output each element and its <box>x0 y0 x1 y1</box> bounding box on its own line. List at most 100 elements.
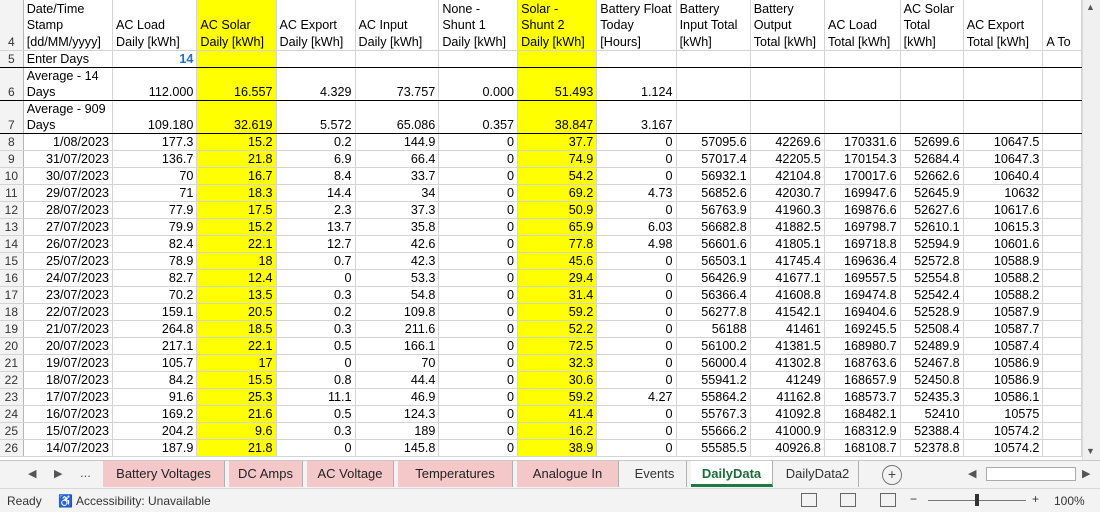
sheet-tab[interactable]: DailyData <box>691 461 773 487</box>
data-cell[interactable]: 31.4 <box>517 286 598 304</box>
data-cell[interactable]: 40926.8 <box>750 439 825 457</box>
data-cell[interactable]: 166.1 <box>355 337 440 355</box>
data-cell[interactable]: 10647.3 <box>963 150 1044 168</box>
empty-cell[interactable] <box>900 67 964 101</box>
data-cell[interactable]: 52388.4 <box>900 422 964 440</box>
data-cell[interactable]: 0 <box>438 150 519 168</box>
data-cell[interactable]: 52699.6 <box>900 133 964 151</box>
empty-cell[interactable] <box>1042 150 1082 168</box>
sheet-tab[interactable]: Temperatures <box>398 461 513 487</box>
data-cell[interactable]: 14.4 <box>276 184 356 202</box>
data-cell[interactable]: 0 <box>438 218 519 236</box>
data-cell[interactable]: 217.1 <box>112 337 198 355</box>
data-cell[interactable]: 168573.7 <box>824 388 901 406</box>
date-cell[interactable]: 30/07/2023 <box>23 167 114 185</box>
data-cell[interactable]: 145.8 <box>355 439 440 457</box>
data-cell[interactable]: 41805.1 <box>750 235 825 253</box>
data-cell[interactable]: 42.3 <box>355 252 440 270</box>
data-cell[interactable]: 46.9 <box>355 388 440 406</box>
data-cell[interactable]: 8.4 <box>276 167 356 185</box>
sheet-tab[interactable]: Battery Voltages <box>103 461 225 487</box>
empty-cell[interactable] <box>1042 235 1082 253</box>
data-cell[interactable]: 0 <box>596 133 677 151</box>
data-cell[interactable]: 0 <box>596 320 677 338</box>
row-header[interactable]: 13 <box>0 218 24 236</box>
empty-cell[interactable] <box>676 67 751 101</box>
data-cell[interactable]: 11.1 <box>276 388 356 406</box>
column-header-cell[interactable]: AC Solar Daily [kWh] <box>196 0 277 51</box>
row-header[interactable]: 5 <box>0 50 24 68</box>
column-header-cell[interactable]: Battery Float Today [Hours] <box>596 0 677 51</box>
empty-cell[interactable] <box>1042 50 1082 68</box>
scroll-down-icon[interactable]: ▼ <box>1086 446 1095 456</box>
data-cell[interactable]: 37.7 <box>517 133 598 151</box>
empty-cell[interactable] <box>1042 303 1082 321</box>
page-layout-view-icon[interactable] <box>840 493 856 507</box>
empty-cell[interactable] <box>1042 201 1082 219</box>
row-header[interactable]: 12 <box>0 201 24 219</box>
data-cell[interactable]: 41608.8 <box>750 286 825 304</box>
data-cell[interactable]: 22.1 <box>196 235 277 253</box>
data-cell[interactable]: 0 <box>438 303 519 321</box>
enter-days-input[interactable]: 14 <box>112 50 198 68</box>
data-cell[interactable]: 169947.6 <box>824 184 901 202</box>
data-cell[interactable]: 0.5 <box>276 337 356 355</box>
data-cell[interactable]: 69.2 <box>517 184 598 202</box>
data-cell[interactable]: 52435.3 <box>900 388 964 406</box>
data-cell[interactable]: 10574.2 <box>963 422 1044 440</box>
data-cell[interactable]: 10586.9 <box>963 371 1044 389</box>
data-cell[interactable]: 13.7 <box>276 218 356 236</box>
data-cell[interactable]: 42.6 <box>355 235 440 253</box>
summary-value-cell[interactable]: 38.847 <box>517 100 598 134</box>
data-cell[interactable]: 15.5 <box>196 371 277 389</box>
date-cell[interactable]: 15/07/2023 <box>23 422 114 440</box>
sheet-tab[interactable]: DailyData2 <box>777 461 859 487</box>
row-header[interactable]: 6 <box>0 67 24 101</box>
empty-cell[interactable] <box>596 50 677 68</box>
horizontal-scrollbar[interactable] <box>986 467 1076 481</box>
data-cell[interactable]: 0 <box>596 337 677 355</box>
hscroll-right-icon[interactable]: ▶ <box>1082 467 1090 480</box>
data-cell[interactable]: 169798.7 <box>824 218 901 236</box>
empty-cell[interactable] <box>1042 133 1082 151</box>
zoom-out-button[interactable]: − <box>910 492 917 506</box>
summary-value-cell[interactable]: 109.180 <box>112 100 198 134</box>
data-cell[interactable]: 70 <box>355 354 440 372</box>
data-cell[interactable]: 169718.8 <box>824 235 901 253</box>
row-header[interactable]: 25 <box>0 422 24 440</box>
data-cell[interactable]: 74.9 <box>517 150 598 168</box>
row-header[interactable]: 7 <box>0 100 24 134</box>
row-header[interactable]: 14 <box>0 235 24 253</box>
row-header[interactable]: 19 <box>0 320 24 338</box>
data-cell[interactable]: 0 <box>438 354 519 372</box>
data-cell[interactable]: 56366.4 <box>676 286 751 304</box>
data-cell[interactable]: 79.9 <box>112 218 198 236</box>
data-cell[interactable]: 71 <box>112 184 198 202</box>
data-cell[interactable]: 0 <box>596 371 677 389</box>
data-cell[interactable]: 82.4 <box>112 235 198 253</box>
data-cell[interactable]: 10588.9 <box>963 252 1044 270</box>
data-cell[interactable]: 29.4 <box>517 269 598 287</box>
data-cell[interactable]: 66.4 <box>355 150 440 168</box>
data-cell[interactable]: 10587.7 <box>963 320 1044 338</box>
data-cell[interactable]: 52378.8 <box>900 439 964 457</box>
data-cell[interactable]: 54.2 <box>517 167 598 185</box>
data-cell[interactable]: 168312.9 <box>824 422 901 440</box>
summary-label[interactable]: Average - 909 Days <box>23 100 114 134</box>
empty-cell[interactable] <box>900 100 964 134</box>
data-cell[interactable]: 0 <box>596 405 677 423</box>
enter-days-label[interactable]: Enter Days <box>23 50 114 68</box>
data-cell[interactable]: 187.9 <box>112 439 198 457</box>
sheet-tab[interactable]: DC Amps <box>229 461 303 487</box>
tab-scroll-right-icon[interactable]: ▶ <box>54 467 62 480</box>
data-cell[interactable]: 10601.6 <box>963 235 1044 253</box>
empty-cell[interactable] <box>1042 100 1082 134</box>
data-cell[interactable]: 0.3 <box>276 422 356 440</box>
data-cell[interactable]: 10640.4 <box>963 167 1044 185</box>
data-cell[interactable]: 10574.2 <box>963 439 1044 457</box>
data-cell[interactable]: 0 <box>596 303 677 321</box>
data-cell[interactable]: 0 <box>438 337 519 355</box>
data-cell[interactable]: 10575 <box>963 405 1044 423</box>
data-cell[interactable]: 42269.6 <box>750 133 825 151</box>
column-header-cell[interactable]: Solar - Shunt 2 Daily [kWh] <box>517 0 598 51</box>
